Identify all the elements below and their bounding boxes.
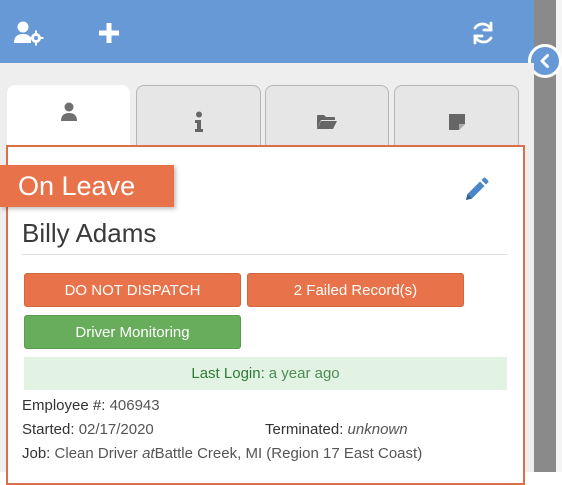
job-at: at <box>142 445 155 462</box>
job-location: Battle Creek, MI (Region 17 East Coast) <box>154 445 423 462</box>
chevron-left-icon <box>540 54 549 68</box>
failed-records-badge[interactable]: 2 Failed Record(s) <box>247 273 464 307</box>
terminated-label: Terminated: <box>265 421 344 438</box>
do-not-dispatch-badge[interactable]: DO NOT DISPATCH <box>24 273 241 307</box>
job-label: Job: <box>22 445 51 462</box>
job-row: Job: Clean Driver atBattle Creek, MI (Re… <box>22 445 422 462</box>
status-ribbon: On Leave <box>0 165 174 207</box>
employee-number-row: Employee #: 406943 <box>22 397 160 414</box>
tab-info[interactable] <box>136 85 261 147</box>
terminated-row: Terminated: unknown <box>265 421 408 438</box>
employee-number-value: 406943 <box>109 397 160 414</box>
last-login-label: Last Login: <box>191 365 265 382</box>
started-row: Started: 02/17/2020 <box>22 421 154 438</box>
started-value: 02/17/2020 <box>78 421 154 438</box>
terminated-value: unknown <box>347 421 408 438</box>
user-settings-icon[interactable] <box>14 18 44 48</box>
folder-icon <box>317 114 337 129</box>
refresh-icon[interactable] <box>468 18 498 48</box>
top-toolbar <box>0 0 534 63</box>
info-icon <box>194 111 203 132</box>
job-role: Clean Driver <box>54 445 138 462</box>
plus-icon[interactable] <box>94 18 124 48</box>
person-icon <box>60 102 77 121</box>
last-login-bar: Last Login: a year ago <box>24 357 507 390</box>
last-login-value: a year ago <box>268 365 340 382</box>
tab-documents[interactable] <box>265 85 389 147</box>
driver-monitoring-badge[interactable]: Driver Monitoring <box>24 315 241 349</box>
tab-profile[interactable] <box>7 85 130 147</box>
tab-notes[interactable] <box>394 85 519 147</box>
started-label: Started: <box>22 421 75 438</box>
driver-name: Billy Adams <box>22 218 157 248</box>
edit-button[interactable] <box>462 176 490 204</box>
note-icon <box>448 113 465 130</box>
employee-number-label: Employee #: <box>22 397 106 414</box>
pencil-icon <box>466 177 489 200</box>
divider <box>22 254 508 255</box>
